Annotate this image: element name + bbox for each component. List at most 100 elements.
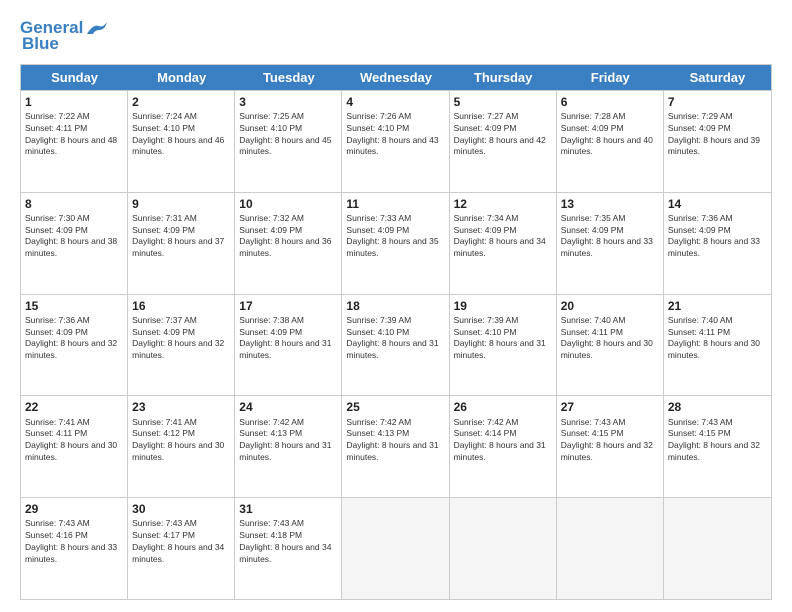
- calendar-cell-day-21: 21Sunrise: 7:40 AMSunset: 4:11 PMDayligh…: [664, 295, 771, 396]
- cell-day-number: 31: [239, 501, 337, 517]
- cell-info: Sunrise: 7:35 AMSunset: 4:09 PMDaylight:…: [561, 213, 659, 260]
- cell-day-number: 9: [132, 196, 230, 212]
- calendar-cell-day-10: 10Sunrise: 7:32 AMSunset: 4:09 PMDayligh…: [235, 193, 342, 294]
- calendar-week-1: 1Sunrise: 7:22 AMSunset: 4:11 PMDaylight…: [21, 90, 771, 192]
- day-header-sunday: Sunday: [21, 65, 128, 90]
- day-header-monday: Monday: [128, 65, 235, 90]
- cell-info: Sunrise: 7:43 AMSunset: 4:16 PMDaylight:…: [25, 518, 123, 565]
- cell-day-number: 23: [132, 399, 230, 415]
- cell-day-number: 12: [454, 196, 552, 212]
- cell-day-number: 20: [561, 298, 659, 314]
- cell-info: Sunrise: 7:43 AMSunset: 4:15 PMDaylight:…: [668, 417, 767, 464]
- cell-info: Sunrise: 7:39 AMSunset: 4:10 PMDaylight:…: [454, 315, 552, 362]
- calendar-body: 1Sunrise: 7:22 AMSunset: 4:11 PMDaylight…: [21, 90, 771, 599]
- logo-blue: Blue: [22, 34, 59, 54]
- cell-day-number: 8: [25, 196, 123, 212]
- calendar-cell-day-30: 30Sunrise: 7:43 AMSunset: 4:17 PMDayligh…: [128, 498, 235, 599]
- cell-day-number: 11: [346, 196, 444, 212]
- cell-day-number: 1: [25, 94, 123, 110]
- cell-day-number: 16: [132, 298, 230, 314]
- calendar: SundayMondayTuesdayWednesdayThursdayFrid…: [20, 64, 772, 600]
- cell-info: Sunrise: 7:41 AMSunset: 4:12 PMDaylight:…: [132, 417, 230, 464]
- calendar-cell-day-29: 29Sunrise: 7:43 AMSunset: 4:16 PMDayligh…: [21, 498, 128, 599]
- calendar-cell-day-22: 22Sunrise: 7:41 AMSunset: 4:11 PMDayligh…: [21, 396, 128, 497]
- calendar-cell-day-4: 4Sunrise: 7:26 AMSunset: 4:10 PMDaylight…: [342, 91, 449, 192]
- page: General Blue SundayMondayTuesdayWednesda…: [0, 0, 792, 612]
- calendar-week-5: 29Sunrise: 7:43 AMSunset: 4:16 PMDayligh…: [21, 497, 771, 599]
- cell-info: Sunrise: 7:26 AMSunset: 4:10 PMDaylight:…: [346, 111, 444, 158]
- calendar-cell-day-28: 28 Sunrise: 7:43 AMSunset: 4:15 PMDayligh…: [664, 396, 771, 497]
- cell-info: Sunrise: 7:42 AMSunset: 4:14 PMDaylight:…: [454, 417, 552, 464]
- cell-info: Sunrise: 7:43 AMSunset: 4:18 PMDaylight:…: [239, 518, 337, 565]
- cell-day-number: 5: [454, 94, 552, 110]
- calendar-cell-day-8: 8Sunrise: 7:30 AMSunset: 4:09 PMDaylight…: [21, 193, 128, 294]
- calendar-cell-day-31: 31Sunrise: 7:43 AMSunset: 4:18 PMDayligh…: [235, 498, 342, 599]
- calendar-cell-day-3: 3Sunrise: 7:25 AMSunset: 4:10 PMDaylight…: [235, 91, 342, 192]
- cell-info: Sunrise: 7:40 AMSunset: 4:11 PMDaylight:…: [561, 315, 659, 362]
- cell-info: Sunrise: 7:27 AMSunset: 4:09 PMDaylight:…: [454, 111, 552, 158]
- calendar-cell-day-6: 6Sunrise: 7:28 AMSunset: 4:09 PMDaylight…: [557, 91, 664, 192]
- cell-info: Sunrise: 7:29 AMSunset: 4:09 PMDaylight:…: [668, 111, 767, 158]
- cell-day-number: 10: [239, 196, 337, 212]
- calendar-cell-day-11: 11Sunrise: 7:33 AMSunset: 4:09 PMDayligh…: [342, 193, 449, 294]
- cell-info: Sunrise: 7:31 AMSunset: 4:09 PMDaylight:…: [132, 213, 230, 260]
- calendar-cell-day-20: 20Sunrise: 7:40 AMSunset: 4:11 PMDayligh…: [557, 295, 664, 396]
- cell-day-number: 17: [239, 298, 337, 314]
- calendar-cell-day-25: 25 Sunrise: 7:42 AMSunset: 4:13 PMDayligh…: [342, 396, 449, 497]
- cell-day-number: 19: [454, 298, 552, 314]
- calendar-week-2: 8Sunrise: 7:30 AMSunset: 4:09 PMDaylight…: [21, 192, 771, 294]
- calendar-cell-day-12: 12Sunrise: 7:34 AMSunset: 4:09 PMDayligh…: [450, 193, 557, 294]
- cell-day-number: 4: [346, 94, 444, 110]
- cell-info: Sunrise: 7:34 AMSunset: 4:09 PMDaylight:…: [454, 213, 552, 260]
- cell-info: Sunrise: 7:28 AMSunset: 4:09 PMDaylight:…: [561, 111, 659, 158]
- cell-day-number: 21: [668, 298, 767, 314]
- cell-info: Sunrise: 7:41 AMSunset: 4:11 PMDaylight:…: [25, 417, 123, 464]
- cell-day-number: 30: [132, 501, 230, 517]
- calendar-cell-day-14: 14Sunrise: 7:36 AMSunset: 4:09 PMDayligh…: [664, 193, 771, 294]
- cell-info: Sunrise: 7:33 AMSunset: 4:09 PMDaylight:…: [346, 213, 444, 260]
- cell-info: Sunrise: 7:39 AMSunset: 4:10 PMDaylight:…: [346, 315, 444, 362]
- calendar-cell-day-16: 16Sunrise: 7:37 AMSunset: 4:09 PMDayligh…: [128, 295, 235, 396]
- calendar-cell-empty: [342, 498, 449, 599]
- cell-info: Sunrise: 7:40 AMSunset: 4:11 PMDaylight:…: [668, 315, 767, 362]
- calendar-cell-day-26: 26Sunrise: 7:42 AMSunset: 4:14 PMDayligh…: [450, 396, 557, 497]
- cell-day-number: 3: [239, 94, 337, 110]
- cell-info: Sunrise: 7:36 AMSunset: 4:09 PMDaylight:…: [668, 213, 767, 260]
- calendar-cell-day-7: 7Sunrise: 7:29 AMSunset: 4:09 PMDaylight…: [664, 91, 771, 192]
- cell-info: Sunrise: 7:43 AMSunset: 4:17 PMDaylight:…: [132, 518, 230, 565]
- cell-day-number: 7: [668, 94, 767, 110]
- calendar-cell-day-18: 18Sunrise: 7:39 AMSunset: 4:10 PMDayligh…: [342, 295, 449, 396]
- cell-day-number: 18: [346, 298, 444, 314]
- calendar-cell-empty: [557, 498, 664, 599]
- calendar-cell-day-27: 27 Sunrise: 7:43 AMSunset: 4:15 PMDayligh…: [557, 396, 664, 497]
- cell-info: Sunrise: 7:30 AMSunset: 4:09 PMDaylight:…: [25, 213, 123, 260]
- cell-info: Sunrise: 7:24 AMSunset: 4:10 PMDaylight:…: [132, 111, 230, 158]
- calendar-week-4: 22Sunrise: 7:41 AMSunset: 4:11 PMDayligh…: [21, 395, 771, 497]
- cell-day-number: 15: [25, 298, 123, 314]
- calendar-cell-day-24: 24Sunrise: 7:42 AMSunset: 4:13 PMDayligh…: [235, 396, 342, 497]
- cell-day-number: 6: [561, 94, 659, 110]
- cell-info: Sunrise: 7:22 AMSunset: 4:11 PMDaylight:…: [25, 111, 123, 158]
- cell-info: Sunrise: 7:37 AMSunset: 4:09 PMDaylight:…: [132, 315, 230, 362]
- logo: General Blue: [20, 18, 111, 54]
- cell-info: Sunrise: 7:25 AMSunset: 4:10 PMDaylight:…: [239, 111, 337, 158]
- cell-day-number: 25: [346, 399, 444, 415]
- cell-info: Sunrise: 7:43 AMSunset: 4:15 PMDaylight:…: [561, 417, 659, 464]
- cell-day-number: 27: [561, 399, 659, 415]
- day-header-saturday: Saturday: [664, 65, 771, 90]
- calendar-cell-day-1: 1Sunrise: 7:22 AMSunset: 4:11 PMDaylight…: [21, 91, 128, 192]
- day-header-friday: Friday: [557, 65, 664, 90]
- cell-day-number: 14: [668, 196, 767, 212]
- calendar-cell-day-15: 15Sunrise: 7:36 AMSunset: 4:09 PMDayligh…: [21, 295, 128, 396]
- header: General Blue: [20, 18, 772, 54]
- cell-day-number: 28: [668, 399, 767, 415]
- cell-info: Sunrise: 7:38 AMSunset: 4:09 PMDaylight:…: [239, 315, 337, 362]
- calendar-cell-empty: [664, 498, 771, 599]
- cell-info: Sunrise: 7:42 AMSunset: 4:13 PMDaylight:…: [346, 417, 444, 464]
- calendar-cell-day-9: 9Sunrise: 7:31 AMSunset: 4:09 PMDaylight…: [128, 193, 235, 294]
- calendar-cell-empty: [450, 498, 557, 599]
- calendar-cell-day-13: 13Sunrise: 7:35 AMSunset: 4:09 PMDayligh…: [557, 193, 664, 294]
- cell-day-number: 13: [561, 196, 659, 212]
- calendar-cell-day-5: 5Sunrise: 7:27 AMSunset: 4:09 PMDaylight…: [450, 91, 557, 192]
- day-header-tuesday: Tuesday: [235, 65, 342, 90]
